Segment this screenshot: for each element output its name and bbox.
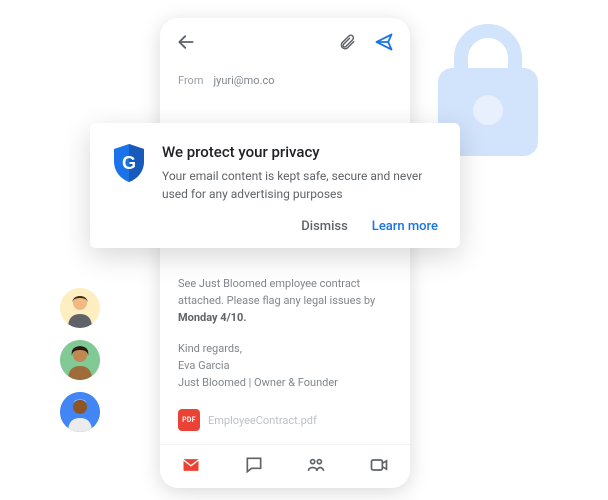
privacy-title: We protect your privacy [162,143,438,161]
compose-topbar [160,18,410,70]
attachment-filename: EmployeeContract.pdf [208,412,317,429]
nav-chat-icon[interactable] [244,455,264,479]
svg-text:G: G [122,153,136,173]
privacy-popup: G We protect your privacy Your email con… [90,123,460,248]
learn-more-button[interactable]: Learn more [372,219,438,234]
email-body-deadline: Monday 4/10. [178,311,246,324]
nav-spaces-icon[interactable] [306,455,326,479]
sig-regards: Kind regards, [178,340,392,357]
avatar [60,392,100,432]
attachment-chip[interactable]: PDF EmployeeContract.pdf [178,409,392,431]
avatar [60,288,100,328]
shield-icon: G [112,143,146,183]
email-body-text: See Just Bloomed employee contract attac… [178,277,375,307]
pdf-icon: PDF [178,409,200,431]
attachment-icon[interactable] [338,33,356,55]
send-icon[interactable] [374,32,394,56]
from-value: jyuri@mo.co [213,74,274,87]
from-row: From jyuri@mo.co [160,70,410,95]
phone-frame: From jyuri@mo.co See Just Bloomed employ… [160,18,410,488]
sig-title: Just Bloomed | Owner & Founder [178,374,392,391]
nav-meet-icon[interactable] [369,455,389,479]
from-label: From [178,74,203,87]
avatar [60,340,100,380]
bottom-nav [160,444,410,488]
nav-mail-icon[interactable] [181,455,201,479]
privacy-body: Your email content is kept safe, secure … [162,167,438,203]
sig-name: Eva Garcia [178,357,392,374]
back-arrow-icon[interactable] [176,32,196,56]
email-signature: Kind regards, Eva Garcia Just Bloomed | … [178,340,392,391]
email-text: See Just Bloomed employee contract attac… [178,275,392,326]
collaborator-avatars [60,288,100,432]
dismiss-button[interactable]: Dismiss [301,219,348,234]
